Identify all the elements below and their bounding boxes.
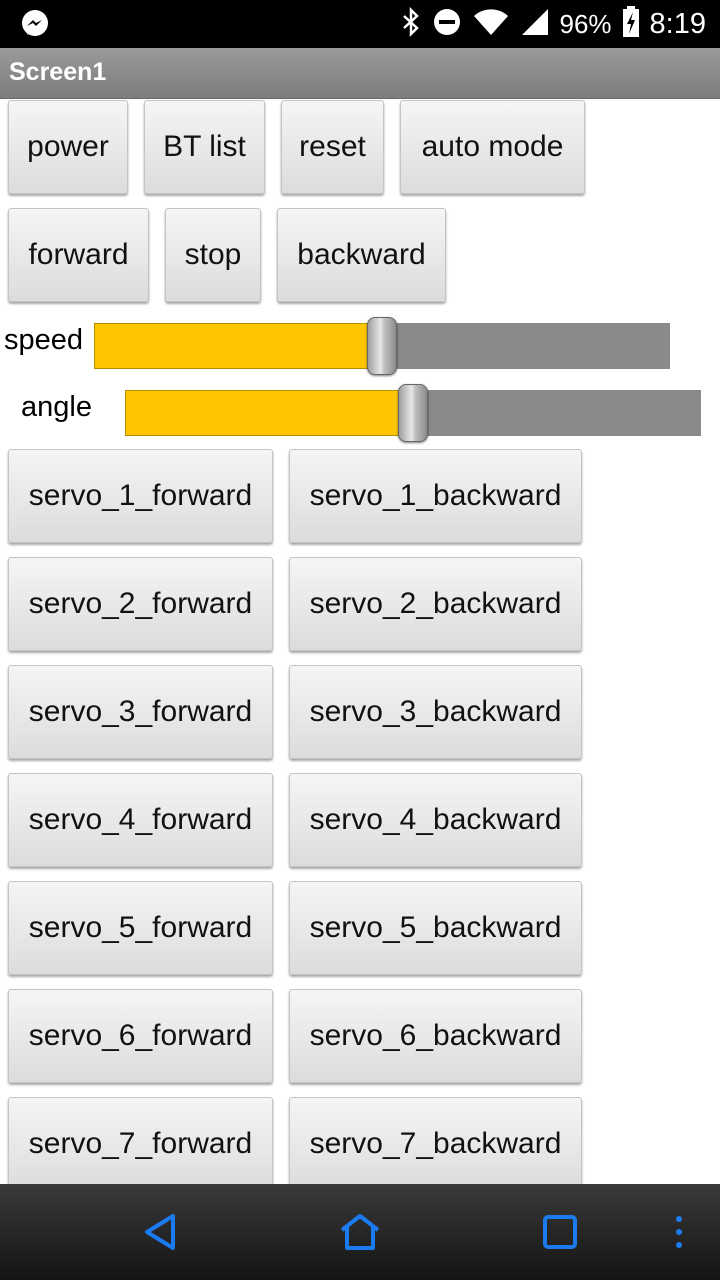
angle-slider-fill bbox=[125, 390, 413, 436]
servo-6-backward-button[interactable]: servo_6_backward bbox=[289, 989, 582, 1083]
servo-2-forward-button[interactable]: servo_2_forward bbox=[8, 557, 273, 651]
angle-slider[interactable] bbox=[125, 384, 701, 442]
forward-button[interactable]: forward bbox=[8, 208, 149, 302]
stop-button[interactable]: stop bbox=[165, 208, 261, 302]
screen-title: Screen1 bbox=[9, 58, 107, 86]
home-icon[interactable] bbox=[330, 1184, 390, 1280]
speed-slider-fill bbox=[94, 323, 382, 369]
reset-button[interactable]: reset bbox=[281, 100, 384, 194]
recents-icon[interactable] bbox=[530, 1184, 590, 1280]
servo-5-forward-button[interactable]: servo_5_forward bbox=[8, 881, 273, 975]
power-button[interactable]: power bbox=[8, 100, 128, 194]
servo-3-forward-button[interactable]: servo_3_forward bbox=[8, 665, 273, 759]
servo-6-forward-button[interactable]: servo_6_forward bbox=[8, 989, 273, 1083]
status-bar: 96% 8:19 bbox=[0, 0, 720, 48]
clock: 8:19 bbox=[649, 7, 706, 40]
angle-label: angle bbox=[21, 391, 92, 423]
back-icon[interactable] bbox=[130, 1184, 190, 1280]
servo-5-backward-button[interactable]: servo_5_backward bbox=[289, 881, 582, 975]
servo-2-backward-button[interactable]: servo_2_backward bbox=[289, 557, 582, 651]
servo-1-backward-button[interactable]: servo_1_backward bbox=[289, 449, 582, 543]
title-bar: Screen1 bbox=[0, 48, 720, 99]
do-not-disturb-icon bbox=[432, 7, 462, 41]
servo-4-backward-button[interactable]: servo_4_backward bbox=[289, 773, 582, 867]
angle-slider-thumb[interactable] bbox=[398, 384, 428, 442]
bt-list-button[interactable]: BT list bbox=[144, 100, 265, 194]
navigation-bar bbox=[0, 1184, 720, 1280]
servo-7-forward-button[interactable]: servo_7_forward bbox=[8, 1097, 273, 1191]
backward-button[interactable]: backward bbox=[277, 208, 446, 302]
battery-charging-icon bbox=[622, 6, 640, 42]
servo-4-forward-button[interactable]: servo_4_forward bbox=[8, 773, 273, 867]
menu-icon[interactable] bbox=[664, 1184, 694, 1280]
speed-slider[interactable] bbox=[94, 317, 670, 375]
speed-label: speed bbox=[4, 324, 84, 356]
servo-7-backward-button[interactable]: servo_7_backward bbox=[289, 1097, 582, 1191]
auto-mode-button[interactable]: auto mode bbox=[400, 100, 585, 194]
battery-percent: 96% bbox=[559, 8, 612, 39]
servo-1-forward-button[interactable]: servo_1_forward bbox=[8, 449, 273, 543]
wifi-icon bbox=[472, 7, 510, 41]
speed-slider-thumb[interactable] bbox=[367, 317, 397, 375]
servo-3-backward-button[interactable]: servo_3_backward bbox=[289, 665, 582, 759]
bluetooth-icon bbox=[400, 6, 422, 41]
messenger-icon bbox=[20, 9, 50, 39]
signal-icon bbox=[520, 7, 550, 41]
